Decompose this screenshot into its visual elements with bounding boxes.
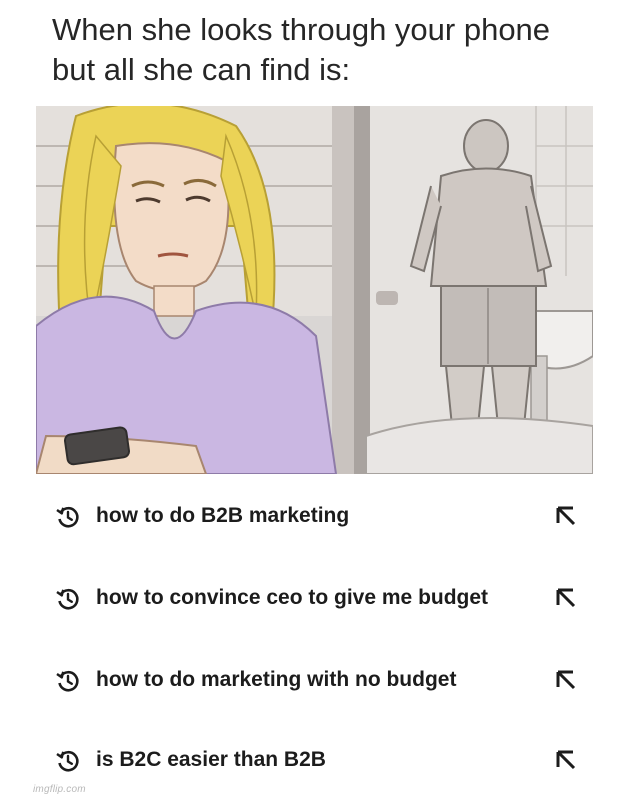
search-history-item[interactable]: how to do marketing with no budget [0,654,630,704]
watermark-text: imgflip.com [33,784,86,795]
meme-illustration [36,106,593,474]
fill-arrow-icon[interactable] [553,668,579,694]
history-icon [56,507,79,528]
search-history-text: is B2C easier than B2B [96,748,326,771]
fill-arrow-icon[interactable] [553,586,579,612]
search-history-text: how to convince ceo to give me budget [96,586,489,609]
fill-arrow-icon[interactable] [553,748,579,774]
history-icon [56,589,79,610]
search-history-item[interactable]: how to do B2B marketing [0,490,630,540]
fill-arrow-icon[interactable] [553,504,579,530]
history-icon [56,751,79,772]
search-history-item[interactable]: how to convince ceo to give me budget [0,572,630,622]
search-history-list: how to do B2B marketing how to convince … [0,474,630,800]
search-history-item[interactable]: is B2C easier than B2B [0,734,630,784]
history-icon [56,671,79,692]
search-history-text: how to do marketing with no budget [96,668,457,691]
search-history-text: how to do B2B marketing [96,504,350,527]
meme-caption: When she looks through your phone but al… [52,12,551,87]
